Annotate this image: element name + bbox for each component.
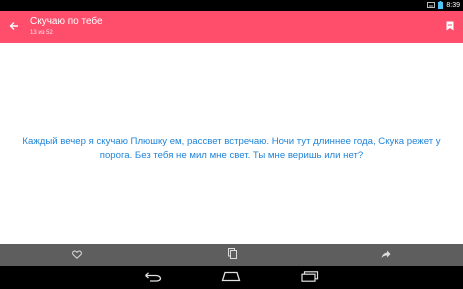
page-title: Скучаю по тебе [30,16,103,27]
favorite-button[interactable] [69,247,85,263]
heart-icon [72,246,82,264]
navigation-bar [0,266,463,289]
home-nav-icon [221,269,241,287]
status-time: 8:39 [446,2,460,9]
share-icon [381,246,391,264]
back-button[interactable] [6,19,22,35]
nav-home-button[interactable] [220,269,242,286]
share-button[interactable] [378,247,394,263]
arrow-back-icon [9,18,19,36]
bookmark-icon [446,18,454,36]
app-bar: Скучаю по тебе 13 из 52 [0,11,463,43]
back-nav-icon [144,269,162,287]
copy-button[interactable] [224,247,240,263]
keyboard-icon [427,1,436,10]
bookmark-button[interactable] [443,19,457,35]
content-area: Каждый вечер я скучаю Плюшку ем, рассвет… [0,43,463,244]
nav-back-button[interactable] [142,269,164,286]
page-subtitle: 13 из 52 [30,30,53,36]
status-right: 8:39 [427,0,460,11]
recents-nav-icon [301,269,319,287]
nav-recents-button[interactable] [299,269,321,286]
battery-icon [438,0,444,11]
copy-icon [227,246,237,264]
status-bar: 8:39 [0,0,463,11]
poem-text: Каждый вечер я скучаю Плюшку ем, рассвет… [22,135,441,161]
screen: 8:39 Скучаю по тебе 13 из 52 Каждый вече… [0,0,463,289]
action-bar [0,244,463,266]
